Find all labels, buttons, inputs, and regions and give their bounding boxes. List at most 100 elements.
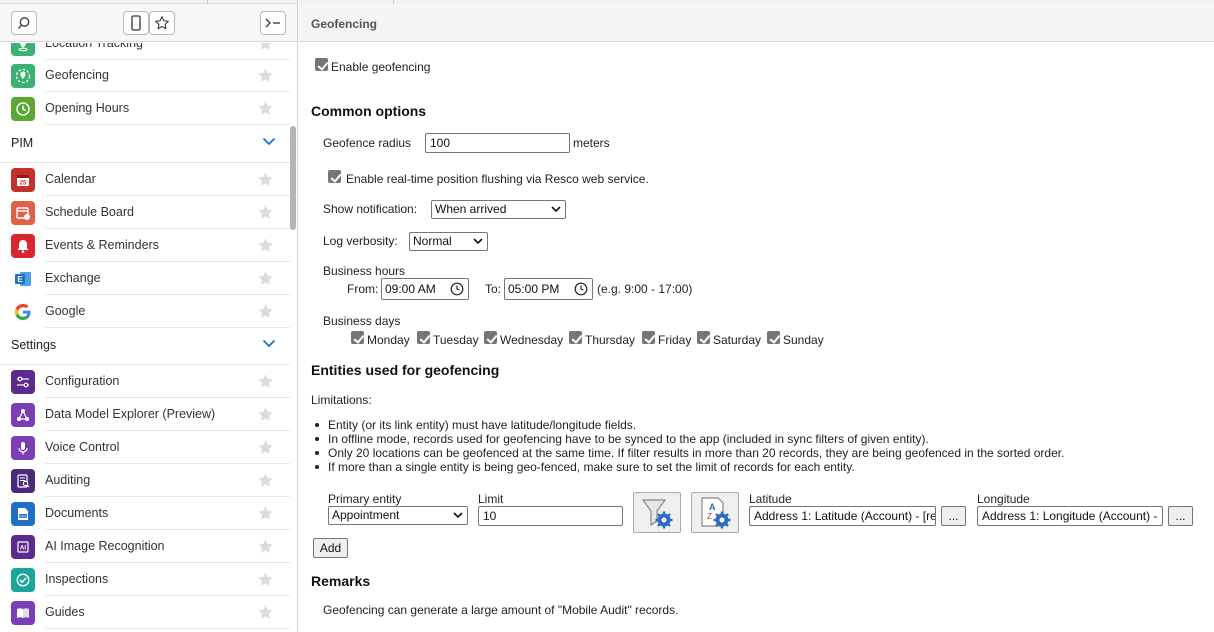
to-time-input[interactable]: 05:00 PM — [504, 278, 593, 300]
sidebar-item-exchange[interactable]: E Exchange — [0, 262, 290, 295]
filter-gear-icon — [641, 499, 673, 529]
sidebar-item-opening-hours[interactable]: Opening Hours — [0, 92, 290, 125]
day-checkbox-wednesday[interactable] — [484, 331, 497, 344]
schedule-board-icon — [11, 201, 35, 225]
collapse-sidebar-button[interactable] — [260, 11, 286, 35]
documents-icon: DOC — [11, 502, 35, 526]
day-checkbox-saturday[interactable] — [697, 331, 710, 344]
favorite-star-icon[interactable] — [257, 43, 274, 52]
sidebar-item-configuration[interactable]: Configuration — [0, 365, 290, 398]
chevron-down-icon — [262, 137, 276, 146]
filter-settings-button[interactable] — [633, 492, 681, 533]
latitude-input[interactable]: Address 1: Latitude (Account) - [re — [749, 506, 936, 526]
from-time-value: 09:00 AM — [385, 282, 436, 296]
favorite-star-icon[interactable] — [257, 505, 274, 522]
geofence-radius-input[interactable]: 100 — [425, 133, 570, 153]
list-item: In offline mode, records used for geofen… — [313, 432, 1064, 446]
sidebar-item-voice-control[interactable]: Voice Control — [0, 431, 290, 464]
search-button[interactable] — [11, 11, 37, 35]
favorite-star-icon[interactable] — [257, 439, 274, 456]
longitude-label: Longitude — [977, 492, 1030, 506]
day-checkbox-tuesday[interactable] — [417, 331, 430, 344]
sidebar-item-label: Data Model Explorer (Preview) — [45, 407, 216, 421]
latitude-browse-button[interactable]: ... — [941, 506, 966, 526]
realtime-flushing-label: Enable real-time position flushing via R… — [346, 172, 649, 186]
add-entity-button[interactable]: Add — [313, 538, 348, 558]
clock-icon[interactable] — [574, 282, 588, 296]
sidebar-scrollbar[interactable] — [290, 126, 296, 230]
page-header: Geofencing — [299, 4, 1214, 42]
clock-icon[interactable] — [450, 282, 464, 296]
day-checkbox-friday[interactable] — [642, 331, 655, 344]
sidebar-item-google[interactable]: Google — [0, 295, 290, 328]
sidebar-item-documents[interactable]: DOC Documents — [0, 497, 290, 530]
device-view-button[interactable] — [123, 11, 149, 35]
sidebar-section-settings[interactable]: Settings — [0, 327, 290, 365]
day-checkbox-thursday[interactable] — [569, 331, 582, 344]
to-time-value: 05:00 PM — [508, 282, 560, 296]
from-time-input[interactable]: 09:00 AM — [381, 278, 469, 300]
bell-icon — [11, 234, 35, 258]
sidebar-item-ai-image-recognition[interactable]: AI AI Image Recognition — [0, 530, 290, 563]
svg-text:Z: Z — [707, 512, 712, 521]
favorite-star-icon[interactable] — [257, 270, 274, 287]
enable-geofencing-checkbox[interactable] — [315, 58, 328, 71]
sidebar-item-auditing[interactable]: Auditing — [0, 464, 290, 497]
favorite-star-icon[interactable] — [257, 303, 274, 320]
limitations-list: Entity (or its link entity) must have la… — [313, 418, 1064, 474]
svg-text:A: A — [709, 502, 716, 512]
sidebar-item-label: Configuration — [45, 374, 120, 388]
day-label: Tuesday — [433, 333, 479, 347]
business-hours-label: Business hours — [323, 264, 406, 278]
favorite-star-icon[interactable] — [257, 237, 274, 254]
from-label: From: — [347, 282, 379, 296]
favorites-button[interactable] — [149, 11, 175, 35]
realtime-flushing-checkbox[interactable] — [328, 170, 341, 183]
sidebar-item-inspections[interactable]: Inspections — [0, 563, 290, 596]
sidebar-item-calendar[interactable]: 25 Calendar — [0, 163, 290, 196]
favorite-star-icon[interactable] — [257, 171, 274, 188]
day-checkbox-sunday[interactable] — [767, 331, 780, 344]
favorite-star-icon[interactable] — [257, 406, 274, 423]
sidebar-section-pim[interactable]: PIM — [0, 125, 290, 163]
favorite-star-icon[interactable] — [257, 373, 274, 390]
show-notification-select[interactable]: When arrived — [431, 200, 566, 219]
sort-settings-button[interactable]: A Z — [691, 492, 739, 533]
sidebar-item-geofencing[interactable]: Geofencing — [0, 59, 290, 92]
day-label: Saturday — [713, 333, 762, 347]
log-verbosity-select[interactable]: Normal — [409, 232, 488, 251]
longitude-input[interactable]: Address 1: Longitude (Account) - — [977, 506, 1163, 526]
favorite-star-icon[interactable] — [257, 67, 274, 84]
sidebar-item-label: Auditing — [45, 473, 91, 487]
favorite-star-icon[interactable] — [257, 604, 274, 621]
sidebar-item-location-tracking[interactable]: Location Tracking — [0, 43, 290, 60]
selected-value: When arrived — [435, 202, 507, 216]
primary-entity-select[interactable]: Appointment — [328, 506, 468, 525]
day-checkbox-monday[interactable] — [351, 331, 364, 344]
day-label: Monday — [367, 333, 410, 347]
day-label: Sunday — [783, 333, 824, 347]
business-days-label: Business days — [323, 314, 401, 328]
longitude-browse-button[interactable]: ... — [1168, 506, 1193, 526]
sidebar-item-label: Geofencing — [45, 68, 109, 82]
sidebar-item-label: Inspections — [45, 572, 109, 586]
sidebar: Location Tracking Geofencing Opening Hou… — [0, 0, 298, 632]
star-icon — [155, 16, 169, 30]
remarks-text: Geofencing can generate a large amount o… — [323, 603, 679, 617]
limit-input[interactable]: 10 — [478, 506, 623, 526]
favorite-star-icon[interactable] — [257, 204, 274, 221]
section-title: PIM — [11, 136, 34, 150]
selected-value: Normal — [413, 234, 452, 248]
sidebar-item-schedule-board[interactable]: Schedule Board — [0, 196, 290, 229]
day-label: Friday — [658, 333, 692, 347]
favorite-star-icon[interactable] — [257, 472, 274, 489]
list-item: Only 20 locations can be geofenced at th… — [313, 446, 1064, 460]
favorite-star-icon[interactable] — [257, 538, 274, 555]
sidebar-item-guides[interactable]: Guides — [0, 596, 290, 629]
favorite-star-icon[interactable] — [257, 100, 274, 117]
sidebar-item-data-model-explorer[interactable]: Data Model Explorer (Preview) — [0, 398, 290, 431]
sidebar-item-events-reminders[interactable]: Events & Reminders — [0, 229, 290, 262]
day-label: Wednesday — [500, 333, 564, 347]
location-tracking-icon — [11, 43, 35, 56]
favorite-star-icon[interactable] — [257, 571, 274, 588]
